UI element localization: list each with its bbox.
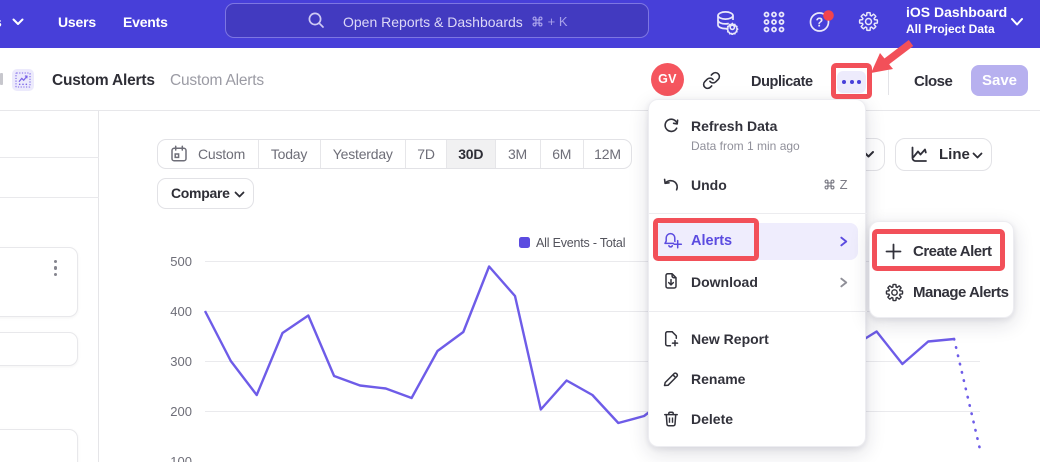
svg-text:?: ? [816,16,824,30]
